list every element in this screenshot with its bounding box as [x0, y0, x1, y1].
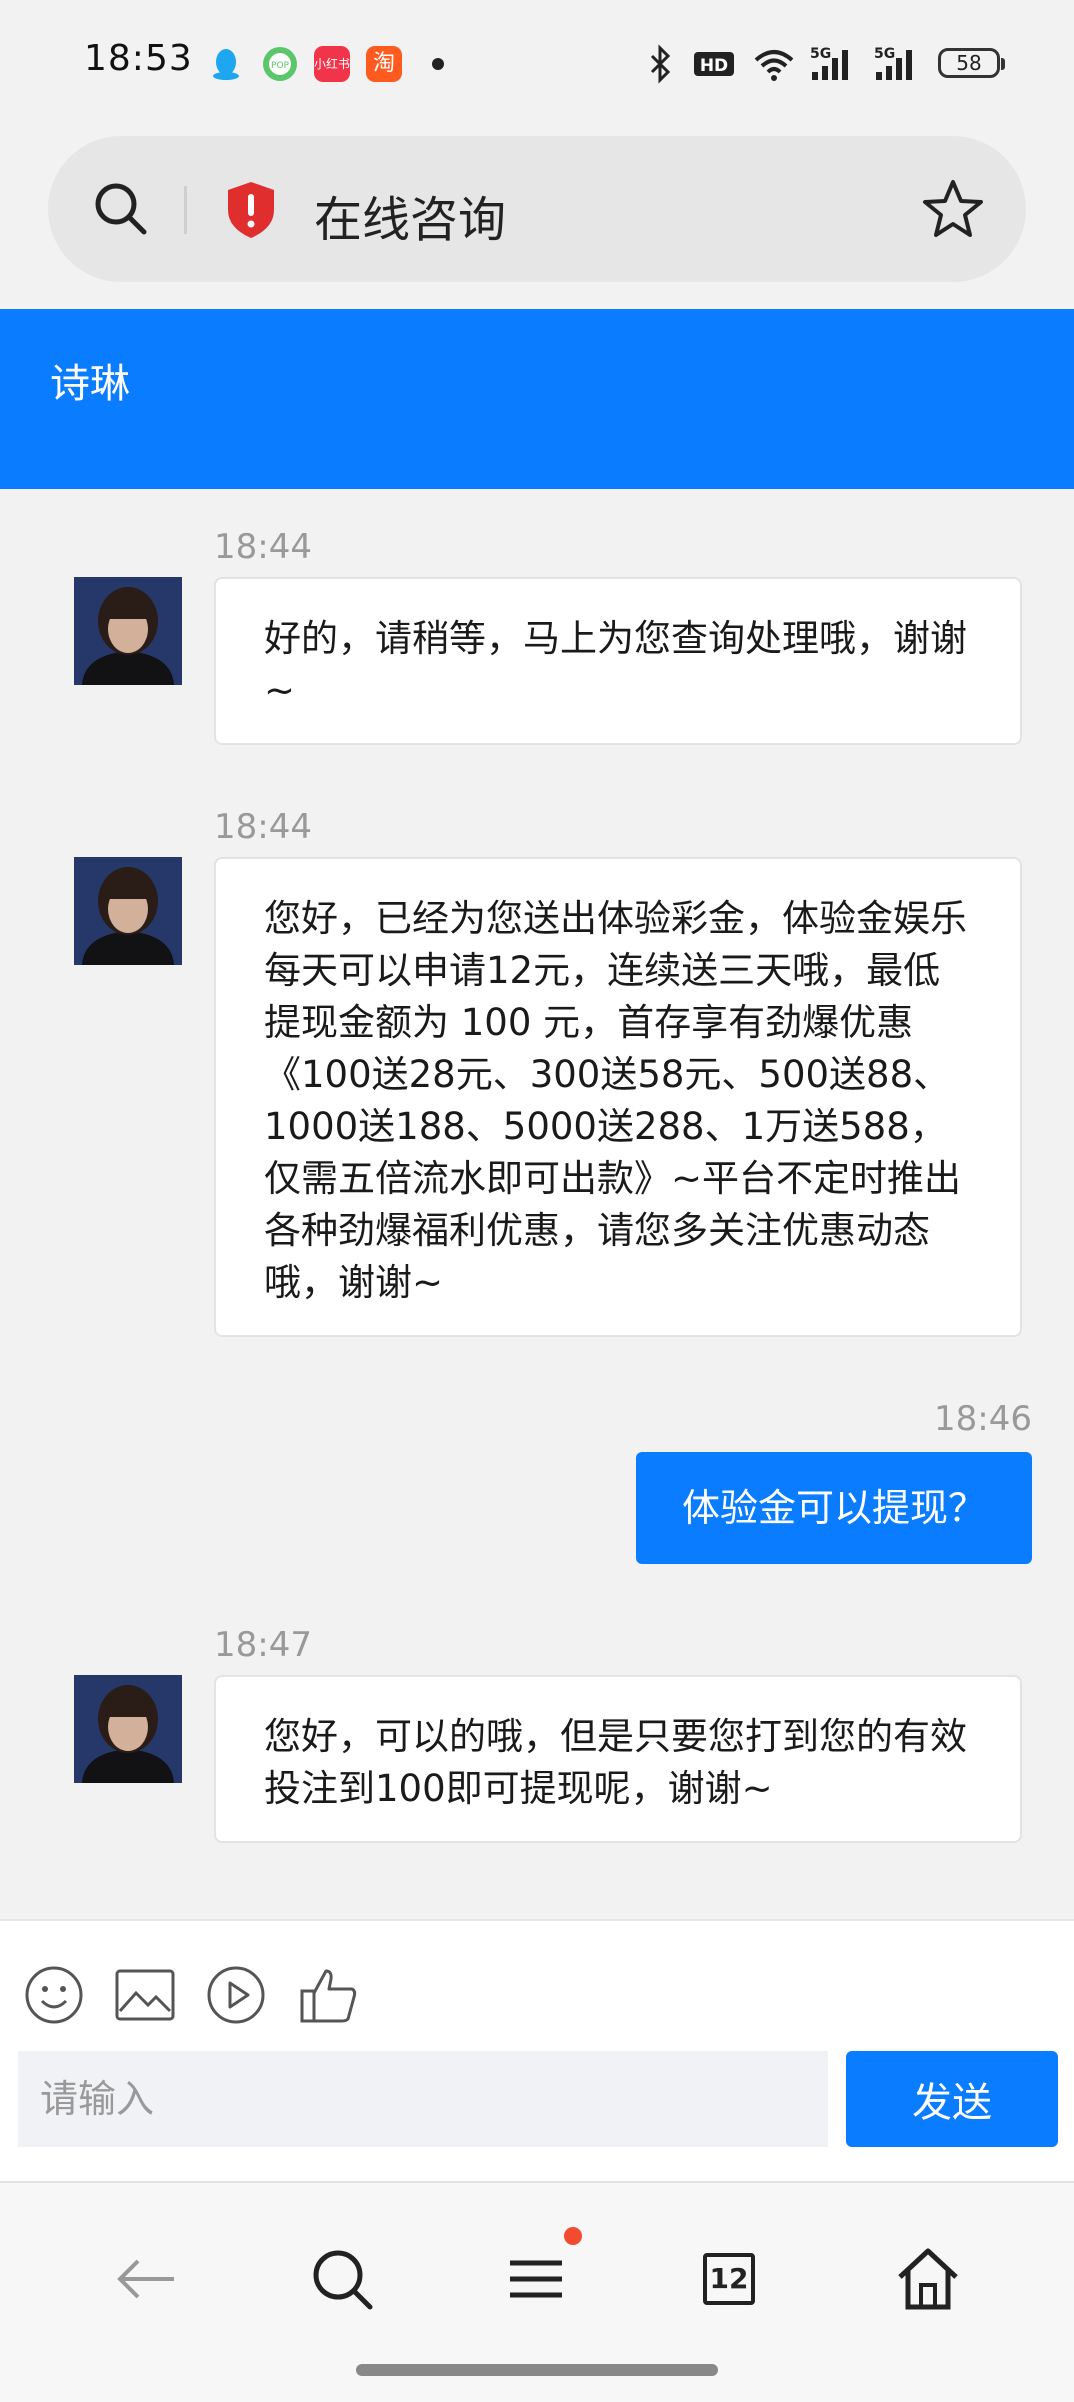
address-bar[interactable]: 在线咨询	[48, 136, 1026, 282]
svg-text:5G: 5G	[874, 46, 895, 62]
search-icon[interactable]	[90, 178, 150, 238]
bluetooth-icon	[650, 44, 671, 84]
tabs-count: 12	[709, 2262, 749, 2295]
message-time: 18:46	[934, 1399, 1032, 1439]
message-time: 18:44	[214, 807, 312, 847]
agent-avatar[interactable]	[74, 1675, 182, 1783]
signal-5g-icon: 5G	[810, 46, 848, 80]
xiaohongshu-icon: 小红书	[314, 46, 350, 82]
security-shield-icon[interactable]	[224, 180, 278, 240]
image-icon[interactable]	[114, 1965, 176, 2025]
send-button[interactable]: 发送	[846, 2051, 1058, 2147]
search-icon[interactable]	[302, 2239, 382, 2319]
taobao-icon: 淘	[366, 46, 402, 82]
status-time: 18:53	[84, 38, 193, 79]
message-time: 18:47	[214, 1625, 312, 1665]
signal-5g-icon-2: 5G	[874, 46, 912, 80]
battery-level: 58	[956, 51, 982, 75]
hd-icon: HD	[694, 52, 734, 76]
svg-text:HD: HD	[700, 56, 728, 76]
more-notifications-dot	[432, 58, 444, 70]
video-icon[interactable]	[206, 1965, 266, 2025]
agent-avatar[interactable]	[74, 577, 182, 685]
page-title: 在线咨询	[314, 192, 507, 248]
agent-name: 诗琳	[50, 361, 130, 407]
qq-icon	[213, 49, 239, 80]
agent-message-bubble: 好的，请稍等，马上为您查询处理哦，谢谢~	[214, 577, 1022, 745]
agent-message-bubble: 您好，可以的哦，但是只要您打到您的有效投注到100即可提现呢，谢谢~	[214, 1675, 1022, 1843]
chat-header: 诗琳	[0, 309, 1074, 489]
emoji-icon[interactable]	[24, 1965, 84, 2025]
battery-tip	[1001, 58, 1005, 70]
user-message-bubble: 体验金可以提现？	[635, 1452, 1032, 1564]
home-icon[interactable]	[888, 2239, 968, 2319]
chat-message-list[interactable]: 18:44 好的，请稍等，马上为您查询处理哦，谢谢~ 18:44 您好，已经为您…	[0, 489, 1074, 1919]
home-indicator[interactable]	[356, 2364, 718, 2376]
svg-text:POP: POP	[271, 61, 290, 71]
address-separator	[184, 186, 187, 234]
status-bar: 18:53 POP 小红书 淘 HD 5G 5G 58	[0, 0, 1074, 128]
tabs-icon[interactable]: 12	[703, 2253, 755, 2305]
message-composer: 发送	[0, 1919, 1074, 2183]
back-arrow-icon[interactable]	[106, 2239, 186, 2319]
svg-text:5G: 5G	[810, 46, 831, 62]
menu-notification-badge	[564, 2227, 582, 2245]
agent-avatar[interactable]	[74, 857, 182, 965]
message-input[interactable]	[18, 2051, 828, 2147]
menu-icon[interactable]	[496, 2239, 576, 2319]
battery-icon: 58	[938, 48, 1000, 78]
bookmark-star-icon[interactable]	[922, 178, 984, 240]
pop-app-icon: POP	[263, 47, 297, 81]
thumbs-up-icon[interactable]	[298, 1965, 360, 2025]
wifi-icon	[754, 50, 794, 81]
message-time: 18:44	[214, 527, 312, 567]
agent-message-bubble: 您好，已经为您送出体验彩金，体验金娱乐每天可以申请12元，连续送三天哦，最低提现…	[214, 857, 1022, 1337]
